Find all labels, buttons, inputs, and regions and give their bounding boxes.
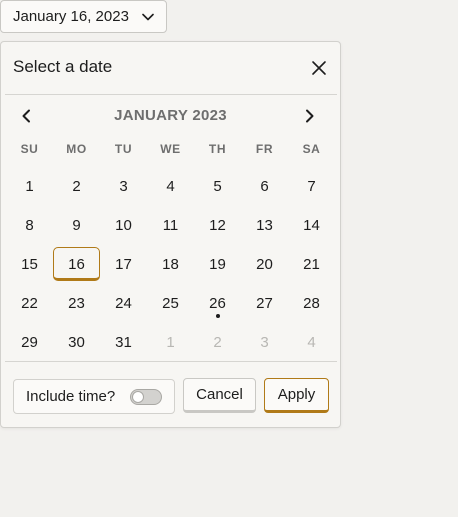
weekday-label: FR <box>255 142 274 156</box>
day-cell[interactable]: 15 <box>6 245 53 284</box>
footer-divider <box>5 361 337 362</box>
month-label: JANUARY 2023 <box>114 107 227 124</box>
day-cell[interactable]: 2 <box>53 167 100 206</box>
popover-title: Select a date <box>13 57 113 76</box>
cancel-button[interactable]: Cancel <box>183 378 256 413</box>
day-cell[interactable]: 18 <box>147 245 194 284</box>
day-cell[interactable]: 12 <box>194 206 241 245</box>
day-cell[interactable]: 25 <box>147 284 194 323</box>
include-time-label: Include time? <box>26 388 116 405</box>
include-time-toggle[interactable] <box>130 389 162 405</box>
toggle-knob <box>132 391 144 403</box>
day-cell[interactable]: 7 <box>288 167 335 206</box>
weekday-header: SU MO TU WE TH FR SA <box>6 142 335 156</box>
day-grid: 1 2 3 4 5 6 7 8 9 10 11 12 13 14 15 16 1… <box>6 167 335 362</box>
day-cell[interactable]: 8 <box>6 206 53 245</box>
day-cell[interactable]: 20 <box>241 245 288 284</box>
day-cell-selected[interactable]: 16 <box>53 245 100 284</box>
chevron-down-icon <box>142 11 154 23</box>
popover-footer: Include time? Cancel Apply <box>1 378 340 418</box>
day-cell[interactable]: 23 <box>53 284 100 323</box>
chevron-right-icon[interactable] <box>298 104 322 128</box>
day-cell[interactable]: 4 <box>147 167 194 206</box>
close-icon[interactable] <box>307 56 331 80</box>
day-cell-today[interactable]: 26 <box>194 284 241 323</box>
weekday-label: TH <box>208 142 227 156</box>
day-cell[interactable]: 5 <box>194 167 241 206</box>
day-cell[interactable]: 11 <box>147 206 194 245</box>
day-cell-label: 26 <box>209 295 226 312</box>
day-cell-outside-month[interactable]: 1 <box>147 323 194 362</box>
header-divider <box>5 94 337 95</box>
day-cell-outside-month[interactable]: 2 <box>194 323 241 362</box>
weekday-label: WE <box>160 142 181 156</box>
weekday-label: SA <box>302 142 321 156</box>
day-cell[interactable]: 21 <box>288 245 335 284</box>
day-cell[interactable]: 17 <box>100 245 147 284</box>
popover-header: Select a date <box>1 42 340 94</box>
today-indicator <box>215 314 220 318</box>
apply-button[interactable]: Apply <box>264 378 329 413</box>
month-navigation: JANUARY 2023 <box>1 102 340 130</box>
day-cell[interactable]: 29 <box>6 323 53 362</box>
weekday-label: SU <box>20 142 39 156</box>
day-cell[interactable]: 31 <box>100 323 147 362</box>
date-picker-popover: Select a date JANUARY 2023 SU MO TU WE T… <box>0 41 341 428</box>
day-cell[interactable]: 24 <box>100 284 147 323</box>
day-cell-outside-month[interactable]: 3 <box>241 323 288 362</box>
selected-date-text: January 16, 2023 <box>13 8 129 25</box>
day-cell[interactable]: 1 <box>6 167 53 206</box>
day-cell[interactable]: 28 <box>288 284 335 323</box>
day-cell-label: 16 <box>68 256 85 273</box>
weekday-label: TU <box>114 142 133 156</box>
date-picker-trigger[interactable]: January 16, 2023 <box>0 0 167 33</box>
day-cell[interactable]: 10 <box>100 206 147 245</box>
day-cell[interactable]: 3 <box>100 167 147 206</box>
day-cell[interactable]: 19 <box>194 245 241 284</box>
include-time-control: Include time? <box>13 379 175 414</box>
day-cell[interactable]: 6 <box>241 167 288 206</box>
day-cell[interactable]: 13 <box>241 206 288 245</box>
day-cell[interactable]: 14 <box>288 206 335 245</box>
day-cell[interactable]: 30 <box>53 323 100 362</box>
weekday-label: MO <box>66 142 87 156</box>
day-cell[interactable]: 9 <box>53 206 100 245</box>
day-cell[interactable]: 27 <box>241 284 288 323</box>
day-cell-outside-month[interactable]: 4 <box>288 323 335 362</box>
day-cell[interactable]: 22 <box>6 284 53 323</box>
